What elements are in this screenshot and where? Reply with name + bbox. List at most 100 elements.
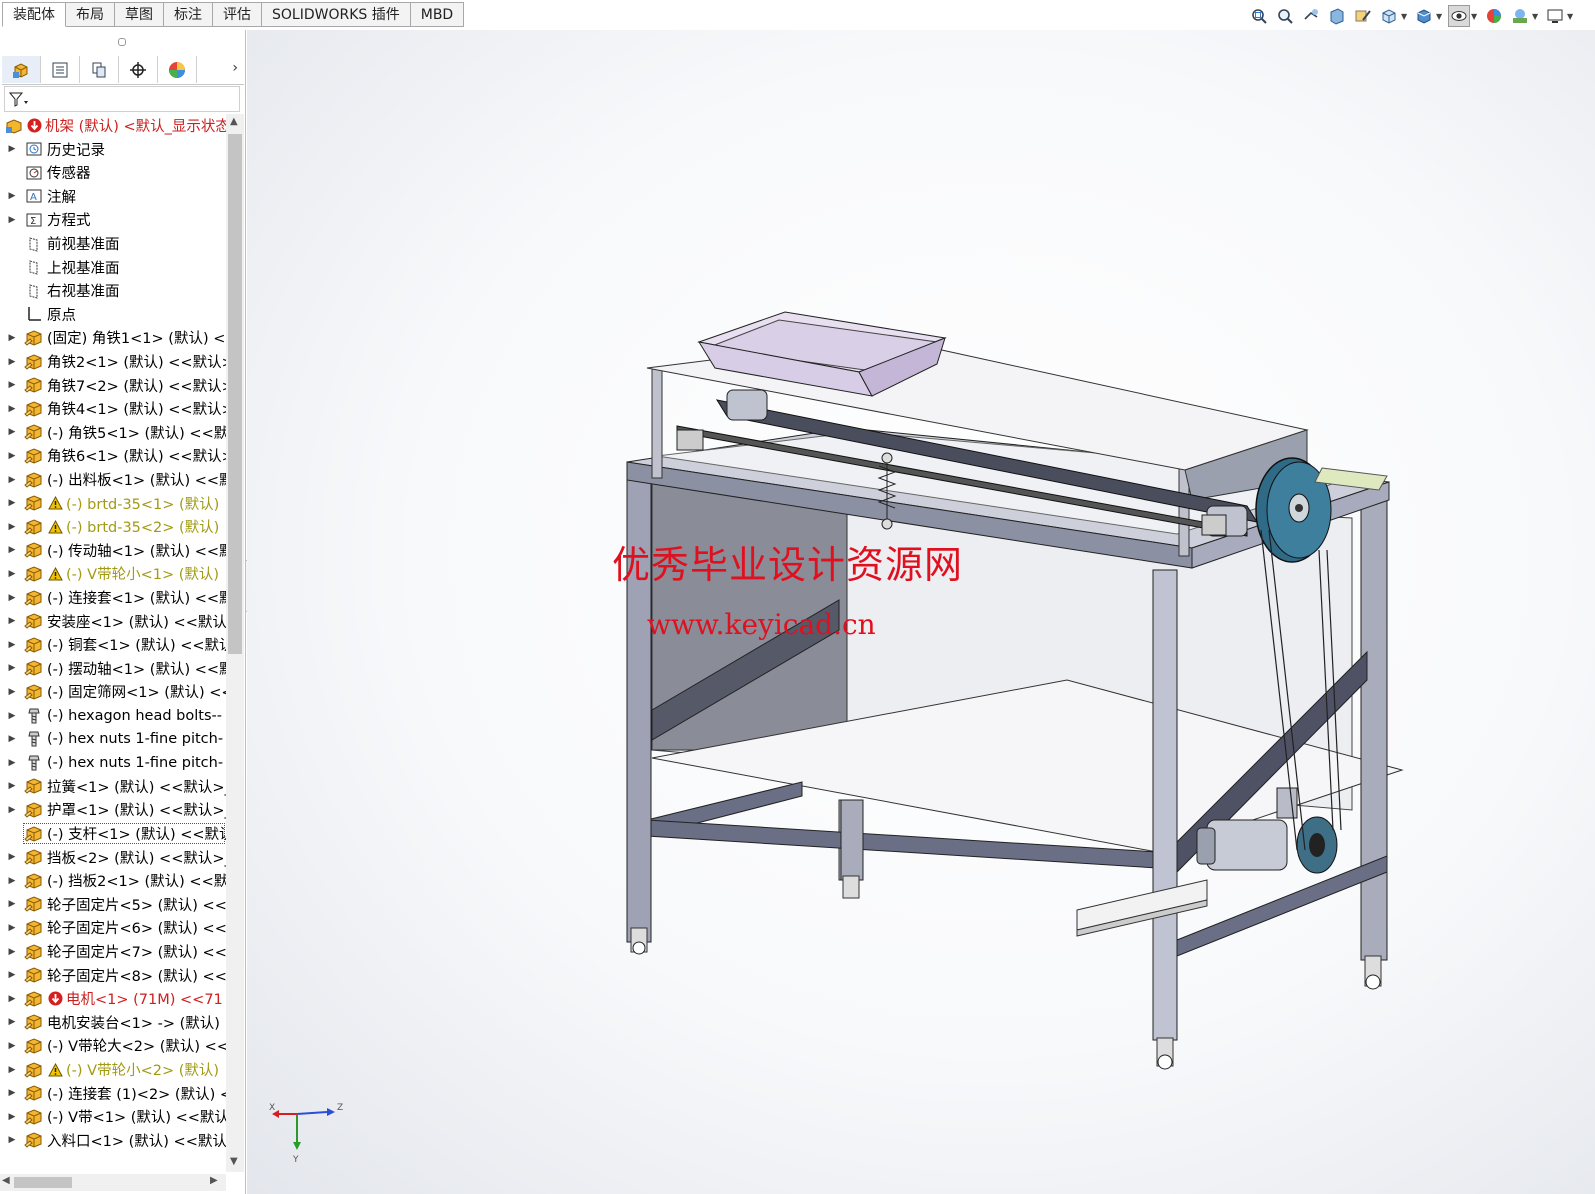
chevron-right-icon[interactable]: ▶ [6,758,18,768]
tree-item[interactable]: ▶ 角铁2<1> (默认) <<默认> [0,350,226,373]
tab-4[interactable]: 评估 [213,2,262,27]
chevron-right-icon[interactable]: ▶ [6,522,18,532]
displaymanager-icon[interactable] [158,56,197,83]
display-style-icon[interactable] [1413,5,1435,27]
tree-root[interactable]: 机架 (默认) <默认_显示状态 [0,114,226,137]
edit-appearance-icon[interactable] [1483,5,1505,27]
chevron-right-icon[interactable]: ▶ [6,994,18,1004]
chevron-right-icon[interactable]: ▶ [6,687,18,697]
tab-0[interactable]: 装配体 [2,2,66,27]
chevron-right-icon[interactable]: ▶ [6,781,18,791]
chevron-right-icon[interactable]: ▶ [6,852,18,862]
scrollbar-thumb[interactable] [14,1177,72,1188]
tree-item[interactable]: ▶ (-) 角铁5<1> (默认) <<默 [0,421,226,444]
chevron-right-icon[interactable]: ▶ [6,475,18,485]
configurationmanager-icon[interactable] [80,56,119,83]
tree-item[interactable]: ▶ (-) 铜套<1> (默认) <<默认 [0,633,226,656]
filter-icon[interactable] [9,91,31,109]
tree-item[interactable]: ▶ (-) 出料板<1> (默认) <<默 [0,468,226,491]
tree-item[interactable]: ▶ (固定) 角铁1<1> (默认) << [0,326,226,349]
tree-item[interactable]: ▶ 角铁6<1> (默认) <<默认> [0,444,226,467]
chevron-right-icon[interactable]: ▶ [6,1112,18,1122]
tree-item[interactable]: ▶ (-) 连接套 (1)<2> (默认) < [0,1082,226,1105]
chevron-right-icon[interactable]: ▶ [6,451,18,461]
chevron-right-icon[interactable]: ▶ [6,1135,18,1145]
chevron-right-icon[interactable]: ▶ [6,498,18,508]
tree-item[interactable]: ▶ 轮子固定片<7> (默认) << [0,940,226,963]
tree-item[interactable]: (-) 支杆<1> (默认) <<默认 [22,822,226,845]
zoom-to-fit-icon[interactable] [1248,5,1270,27]
chevron-right-icon[interactable]: ▶ [6,1088,18,1098]
tree-vertical-scrollbar[interactable]: ▲ ▼ [226,114,244,1172]
chevron-right-icon[interactable]: ▶ [6,144,18,154]
tree-item[interactable]: ▶ (-) hexagon head bolts-- [0,704,226,727]
tree-filter[interactable] [4,86,240,112]
tree-item[interactable]: ▶ 入料口<1> (默认) <<默认 [0,1129,226,1152]
dynamic-annotation-icon[interactable] [1352,5,1374,27]
chevron-right-icon[interactable]: ▶ [6,191,18,201]
assembly-model[interactable] [247,30,1595,1194]
chevron-down-icon[interactable]: ▼ [1567,12,1575,21]
chevron-right-icon[interactable]: ▶ [6,663,18,673]
tree-item[interactable]: ▶ A 注解 [0,185,226,208]
tree-item[interactable]: 右视基准面 [0,279,226,302]
tree-item[interactable]: ▶ (-) 传动轴<1> (默认) <<默 [0,539,226,562]
tree-item[interactable]: 原点 [0,303,226,326]
chevron-right-icon[interactable]: ▶ [6,616,18,626]
tree-item[interactable]: ▶ 角铁4<1> (默认) <<默认> [0,397,226,420]
view-settings-icon[interactable] [1544,5,1566,27]
chevron-right-icon[interactable]: ▶ [6,333,18,343]
chevron-up-icon[interactable]: ▲ [230,116,238,127]
chevron-right-icon[interactable]: ▶ [6,640,18,650]
tree-item[interactable]: ▶ 护罩<1> (默认) <<默认>_ [0,798,226,821]
chevron-right-icon[interactable]: ▶ [6,876,18,886]
tree-item[interactable]: ▶ (-) 连接套<1> (默认) <<默 [0,586,226,609]
chevron-right-icon[interactable]: ▶ [6,545,18,555]
chevron-right-icon[interactable]: ▶ [6,404,18,414]
tree-horizontal-scrollbar[interactable]: ◀ ▶ [0,1174,226,1191]
chevron-right-icon[interactable]: ▶ [6,1041,18,1051]
chevron-right-icon[interactable]: ▶ [6,357,18,367]
section-view-icon[interactable] [1326,5,1348,27]
chevron-down-icon[interactable]: ▼ [1471,12,1479,21]
tree-item[interactable]: ▶ (-) brtd-35<1> (默认) [0,492,226,515]
chevron-down-icon[interactable]: ▼ [1436,12,1444,21]
chevron-right-icon[interactable]: ▶ [6,805,18,815]
tree-item[interactable]: ▶ (-) 固定筛网<1> (默认) << [0,680,226,703]
tree-item[interactable]: ▶ (-) V带<1> (默认) <<默认 [0,1105,226,1128]
chevron-right-icon[interactable]: ▶ [210,1175,218,1186]
tab-6[interactable]: MBD [410,2,465,27]
chevron-right-icon[interactable]: ▶ [6,947,18,957]
chevron-right-icon[interactable]: ▶ [6,593,18,603]
tree-item[interactable]: ▶ 轮子固定片<6> (默认) << [0,916,226,939]
apply-scene-icon[interactable] [1509,5,1531,27]
tree-item[interactable]: ▶ 历史记录 [0,138,226,161]
tree-item[interactable]: ▶ (-) 挡板2<1> (默认) <<默 [0,869,226,892]
panel-grip-icon[interactable] [118,38,126,46]
dimxpertmanager-icon[interactable] [119,56,158,83]
view-orientation-icon[interactable] [1378,5,1400,27]
chevron-right-icon[interactable]: ▶ [6,380,18,390]
tree-item[interactable]: 上视基准面 [0,256,226,279]
featuremanager-icon[interactable] [2,56,41,83]
tree-item[interactable]: 传感器 [0,161,226,184]
scrollbar-thumb[interactable] [228,134,242,654]
tab-1[interactable]: 布局 [66,2,115,27]
chevron-down-icon[interactable]: ▼ [1532,12,1540,21]
tree-item[interactable]: ▶ Σ 方程式 [0,208,226,231]
previous-view-icon[interactable] [1300,5,1322,27]
graphics-area[interactable]: 优秀毕业设计资源网 www.keyicad.cn X Y Z [247,30,1595,1194]
chevron-right-icon[interactable]: ▶ [6,215,18,225]
tree-item[interactable]: ▶ 轮子固定片<8> (默认) << [0,964,226,987]
chevron-right-icon[interactable]: ▶ [6,899,18,909]
tree-item[interactable]: ▶ 电机<1> (71M) <<71 [0,987,226,1010]
tree-item[interactable]: ▶ 挡板<2> (默认) <<默认>_ [0,846,226,869]
tree-item[interactable]: ▶ (-) 摆动轴<1> (默认) <<默 [0,657,226,680]
tab-5[interactable]: SOLIDWORKS 插件 [262,2,411,27]
tree-item[interactable]: 前视基准面 [0,232,226,255]
tree-item[interactable]: ▶ (-) hex nuts 1-fine pitch- [0,751,226,774]
chevron-down-icon[interactable]: ▼ [1401,12,1409,21]
zoom-to-area-icon[interactable] [1274,5,1296,27]
tab-3[interactable]: 标注 [164,2,213,27]
chevron-right-icon[interactable]: › [232,60,238,76]
